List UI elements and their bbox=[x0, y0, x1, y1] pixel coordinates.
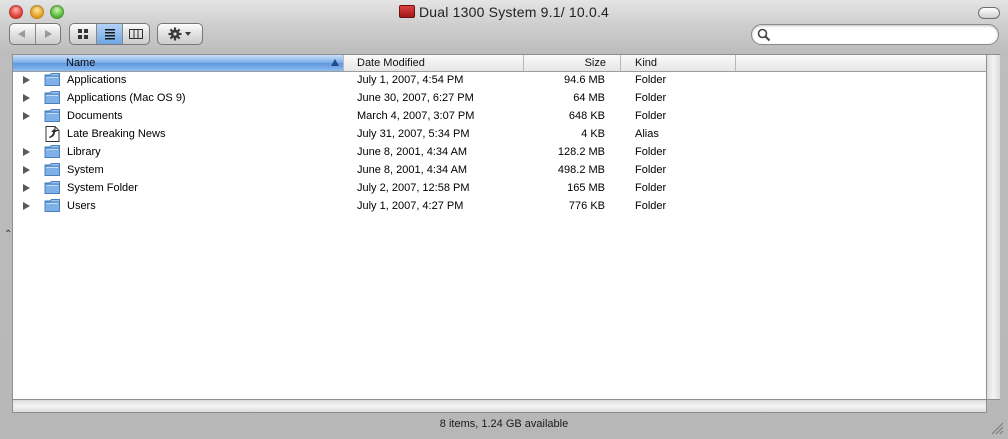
column-view-icon bbox=[129, 29, 144, 39]
finder-window: Dual 1300 System 9.1/ 10.0.4 ⌃ Name Date… bbox=[0, 0, 1008, 439]
folder-icon bbox=[44, 108, 61, 123]
file-date: July 2, 2007, 12:58 PM bbox=[357, 182, 470, 194]
toolbar-toggle-button[interactable] bbox=[978, 7, 1000, 19]
file-row[interactable]: Applications July 1, 2007, 4:54 PM 94.6 MB… bbox=[13, 71, 986, 89]
file-row[interactable]: Late Breaking News July 31, 2007, 5:34 PM… bbox=[13, 125, 986, 143]
file-size: 498.2 MB bbox=[557, 164, 605, 176]
disclosure-triangle-icon[interactable] bbox=[23, 166, 30, 174]
file-name: System bbox=[67, 164, 104, 176]
resize-grip-icon[interactable] bbox=[990, 421, 1004, 435]
search-icon bbox=[757, 28, 771, 42]
file-kind: Folder bbox=[635, 110, 667, 122]
file-size: 648 KB bbox=[568, 110, 605, 122]
gear-icon bbox=[168, 27, 191, 41]
column-header-name[interactable]: Name bbox=[13, 55, 344, 71]
vertical-scrollbar[interactable] bbox=[987, 54, 1000, 400]
file-size: 128.2 MB bbox=[557, 146, 605, 158]
folder-icon bbox=[44, 72, 61, 87]
alias-document-icon bbox=[44, 126, 61, 142]
file-row[interactable]: System Folder July 2, 2007, 12:58 PM 165 M… bbox=[13, 179, 986, 197]
back-forward-control bbox=[9, 23, 61, 45]
action-menu-button[interactable] bbox=[157, 23, 203, 45]
file-date: June 8, 2001, 4:34 AM bbox=[357, 146, 468, 158]
file-date: June 30, 2007, 6:27 PM bbox=[357, 92, 474, 104]
file-kind: Folder bbox=[635, 146, 667, 158]
file-name: Applications (Mac OS 9) bbox=[67, 92, 186, 104]
column-header-size-label: Size bbox=[584, 57, 606, 69]
file-name: Library bbox=[67, 146, 101, 158]
icon-view-icon bbox=[77, 29, 88, 39]
column-view-button[interactable] bbox=[122, 24, 149, 44]
forward-button[interactable] bbox=[34, 24, 61, 44]
file-kind: Folder bbox=[635, 74, 667, 86]
file-row[interactable]: System June 8, 2001, 4:34 AM 498.2 MB Folde… bbox=[13, 161, 986, 179]
back-arrow-icon bbox=[18, 30, 26, 38]
disclosure-triangle-icon[interactable] bbox=[23, 94, 30, 102]
back-button[interactable] bbox=[10, 24, 35, 44]
column-header-date[interactable]: Date Modified bbox=[344, 55, 524, 71]
file-size: 4 KB bbox=[581, 128, 605, 140]
sort-ascending-icon bbox=[331, 59, 339, 66]
icon-view-button[interactable] bbox=[70, 24, 96, 44]
file-row[interactable]: Documents March 4, 2007, 3:07 PM 648 KB Fol… bbox=[13, 107, 986, 125]
file-date: June 8, 2001, 4:34 AM bbox=[357, 164, 468, 176]
file-name: Documents bbox=[67, 110, 123, 122]
file-size: 94.6 MB bbox=[564, 74, 605, 86]
disclosure-triangle-icon[interactable] bbox=[23, 76, 30, 84]
forward-arrow-icon bbox=[44, 30, 52, 38]
file-kind: Folder bbox=[635, 92, 667, 104]
disclosure-triangle-icon[interactable] bbox=[23, 148, 30, 156]
column-header-size[interactable]: Size bbox=[524, 55, 621, 71]
column-header-kind[interactable]: Kind bbox=[621, 55, 736, 71]
folder-icon bbox=[44, 180, 61, 195]
window-title: Dual 1300 System 9.1/ 10.0.4 bbox=[418, 4, 610, 20]
folder-icon bbox=[44, 144, 61, 159]
file-list: Name Date Modified Size Kind Application… bbox=[12, 54, 987, 400]
file-date: March 4, 2007, 3:07 PM bbox=[357, 110, 475, 122]
disclosure-triangle-icon[interactable] bbox=[23, 184, 30, 192]
file-date: July 31, 2007, 5:34 PM bbox=[357, 128, 470, 140]
list-header: Name Date Modified Size Kind bbox=[13, 55, 986, 72]
hard-disk-icon bbox=[398, 5, 415, 18]
horizontal-scrollbar[interactable] bbox=[12, 400, 987, 413]
disclosure-triangle-icon[interactable] bbox=[23, 202, 30, 210]
file-name: Users bbox=[67, 200, 96, 212]
view-mode-control bbox=[69, 23, 150, 45]
list-view-icon bbox=[104, 29, 115, 40]
disclosure-triangle-icon[interactable] bbox=[23, 112, 30, 120]
list-view-button[interactable] bbox=[95, 24, 123, 44]
window-title-bar: Dual 1300 System 9.1/ 10.0.4 bbox=[0, 4, 1008, 20]
file-date: July 1, 2007, 4:27 PM bbox=[357, 200, 464, 212]
status-bar: 8 items, 1.24 GB available bbox=[439, 418, 569, 430]
file-size: 64 MB bbox=[573, 92, 605, 104]
file-kind: Folder bbox=[635, 164, 667, 176]
file-name: Applications bbox=[67, 74, 127, 86]
file-row[interactable]: Library June 8, 2001, 4:34 AM 128.2 MB Fold… bbox=[13, 143, 986, 161]
file-row[interactable]: Applications (Mac OS 9) June 30, 2007, 6:… bbox=[13, 89, 986, 107]
column-header-date-label: Date Modified bbox=[357, 57, 425, 69]
file-size: 776 KB bbox=[568, 200, 605, 212]
search-field[interactable] bbox=[751, 24, 999, 45]
file-kind: Folder bbox=[635, 182, 667, 194]
column-header-kind-label: Kind bbox=[635, 57, 658, 69]
search-input[interactable] bbox=[774, 27, 993, 44]
folder-icon bbox=[44, 162, 61, 177]
folder-icon bbox=[44, 90, 61, 105]
file-kind: Folder bbox=[635, 200, 667, 212]
file-kind: Alias bbox=[635, 128, 659, 140]
column-header-name-label: Name bbox=[66, 57, 96, 69]
file-size: 165 MB bbox=[567, 182, 605, 194]
file-name: System Folder bbox=[67, 182, 138, 194]
folder-icon bbox=[44, 198, 61, 213]
file-name: Late Breaking News bbox=[67, 128, 166, 140]
file-row[interactable]: Users July 1, 2007, 4:27 PM 776 KB Folder bbox=[13, 197, 986, 215]
file-date: July 1, 2007, 4:54 PM bbox=[357, 74, 464, 86]
